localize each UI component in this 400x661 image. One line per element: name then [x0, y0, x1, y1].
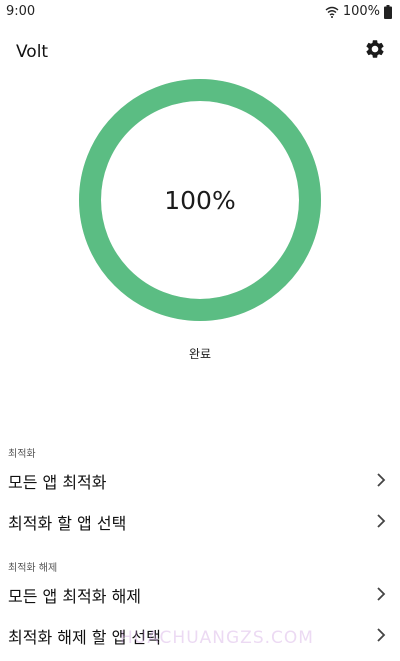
chevron-right-icon: [376, 586, 386, 606]
wifi-icon: [325, 6, 339, 18]
app-bar: Volt: [0, 26, 400, 78]
status-bar: 9:00 100%: [0, 0, 400, 26]
section-header-optimize: 최적화: [8, 449, 36, 460]
status-indicators: 100%: [325, 4, 392, 19]
chevron-right-icon: [376, 472, 386, 492]
battery-percent: 100%: [342, 4, 380, 19]
section-header-unoptimize: 최적화 해제: [8, 563, 58, 574]
chevron-right-icon: [376, 627, 386, 647]
status-time: 9:00: [6, 4, 36, 19]
settings-button[interactable]: [362, 38, 388, 64]
watermark: HUACHUANGZS.COM: [120, 628, 314, 648]
list-item-label: 최적화 할 앱 선택: [8, 514, 127, 533]
list-item-label: 모든 앱 최적화: [8, 473, 107, 492]
optimization-status: 완료: [188, 347, 212, 361]
list-item-label: 모든 앱 최적화 해제: [8, 587, 142, 606]
battery-icon: [384, 4, 392, 19]
app-title: Volt: [16, 42, 49, 62]
chevron-right-icon: [376, 513, 386, 533]
progress-gauge: 100%: [78, 78, 322, 322]
optimize-all-apps-item[interactable]: 모든 앱 최적화: [0, 460, 400, 500]
unoptimize-all-apps-item[interactable]: 모든 앱 최적화 해제: [0, 574, 400, 614]
select-apps-to-optimize-item[interactable]: 최적화 할 앱 선택: [0, 501, 400, 541]
gear-icon: [364, 38, 386, 64]
gauge-value: 100%: [164, 185, 236, 215]
